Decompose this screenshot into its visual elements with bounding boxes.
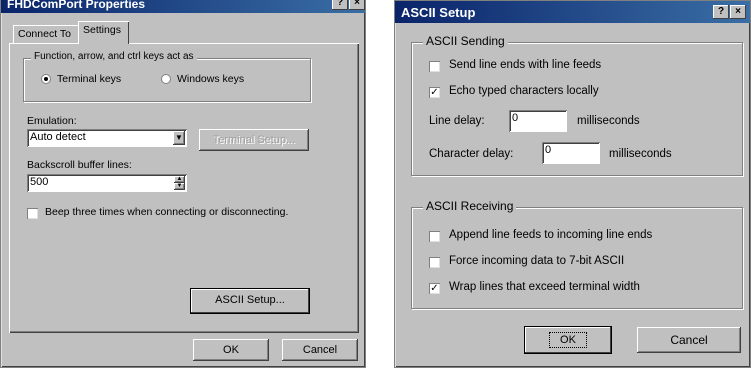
spin-up-icon[interactable]: ▲ — [174, 176, 185, 183]
send-line-ends-checkbox[interactable] — [429, 61, 440, 72]
terminal-keys-radio[interactable] — [41, 74, 51, 84]
close-icon[interactable]: × — [730, 5, 746, 19]
ascii-setup-button[interactable]: ASCII Setup... — [191, 289, 309, 313]
ascii-cancel-button[interactable]: Cancel — [637, 327, 741, 353]
force-7bit-checkbox[interactable] — [429, 257, 440, 268]
terminal-setup-label: Terminal Setup... — [212, 134, 296, 146]
spin-down-icon[interactable]: ▼ — [174, 183, 185, 190]
properties-cancel-label: Cancel — [302, 344, 338, 356]
force-7bit-label[interactable]: Force incoming data to 7-bit ASCII — [449, 255, 624, 267]
ascii-setup-title: ASCII Setup — [401, 5, 476, 20]
tab-connect-to-label: Connect To — [18, 28, 71, 40]
line-delay-value: 0 — [512, 112, 519, 124]
wrap-lines-checkbox[interactable]: ✓ — [429, 283, 440, 294]
help-icon[interactable]: ? — [332, 0, 348, 10]
line-delay-unit: milliseconds — [577, 115, 640, 127]
append-lf-checkbox[interactable] — [429, 231, 440, 242]
emulation-value: Auto detect — [30, 131, 86, 143]
send-line-ends-label[interactable]: Send line ends with line feeds — [449, 59, 601, 71]
terminal-setup-button[interactable]: Terminal Setup... — [199, 129, 309, 151]
terminal-keys-label[interactable]: Terminal keys — [57, 73, 121, 85]
properties-titlebar[interactable]: FHDComPort Properties — [1, 0, 365, 13]
settings-panel: Function, arrow, and ctrl keys act as Te… — [9, 43, 359, 333]
ascii-cancel-label: Cancel — [670, 333, 708, 347]
char-delay-unit: milliseconds — [609, 148, 672, 160]
properties-ok-button[interactable]: OK — [193, 339, 269, 361]
windows-keys-radio[interactable] — [161, 74, 171, 84]
line-delay-input[interactable]: 0 — [509, 110, 567, 132]
properties-ok-label: OK — [223, 344, 239, 356]
radio-selected-dot — [44, 77, 48, 81]
ascii-setup-dialog: ASCII Setup ? × ASCII Sending Send line … — [394, 0, 751, 368]
wrap-lines-label[interactable]: Wrap lines that exceed terminal width — [449, 281, 640, 293]
append-lf-label[interactable]: Append line feeds to incoming line ends — [449, 229, 652, 241]
char-delay-label: Character delay: — [429, 148, 514, 160]
keys-group-title: Function, arrow, and ctrl keys act as — [31, 51, 197, 62]
chevron-down-icon[interactable]: ▼ — [173, 131, 185, 145]
line-delay-label: Line delay: — [429, 115, 485, 127]
properties-title: FHDComPort Properties — [7, 0, 146, 11]
properties-cancel-button[interactable]: Cancel — [282, 339, 358, 361]
windows-keys-label[interactable]: Windows keys — [177, 73, 244, 85]
echo-typed-label[interactable]: Echo typed characters locally — [449, 85, 599, 97]
ascii-ok-button[interactable]: OK — [525, 327, 611, 353]
ascii-setup-titlebar[interactable]: ASCII Setup — [395, 1, 750, 23]
ascii-sending-title: ASCII Sending — [423, 34, 508, 48]
help-icon[interactable]: ? — [713, 5, 729, 19]
tab-settings-label: Settings — [83, 24, 121, 36]
echo-typed-checkbox[interactable]: ✓ — [429, 87, 440, 98]
backscroll-value: 500 — [30, 176, 49, 188]
properties-dialog: FHDComPort Properties ? × Connect To Set… — [0, 0, 366, 368]
char-delay-input[interactable]: 0 — [542, 142, 600, 164]
tab-settings[interactable]: Settings — [78, 21, 129, 44]
ascii-ok-label: OK — [549, 332, 587, 348]
beep-checkbox[interactable] — [27, 208, 38, 219]
close-icon[interactable]: × — [349, 0, 365, 10]
ascii-setup-label: ASCII Setup... — [215, 294, 285, 306]
char-delay-value: 0 — [545, 144, 552, 156]
backscroll-label: Backscroll buffer lines: — [27, 159, 132, 171]
emulation-label: Emulation: — [27, 115, 77, 127]
beep-label[interactable]: Beep three times when connecting or disc… — [45, 206, 288, 218]
backscroll-input[interactable]: 500 — [27, 174, 187, 192]
emulation-select[interactable]: Auto detect — [27, 129, 187, 147]
tab-connect-to[interactable]: Connect To — [13, 25, 79, 43]
ascii-receiving-title: ASCII Receiving — [423, 199, 517, 213]
